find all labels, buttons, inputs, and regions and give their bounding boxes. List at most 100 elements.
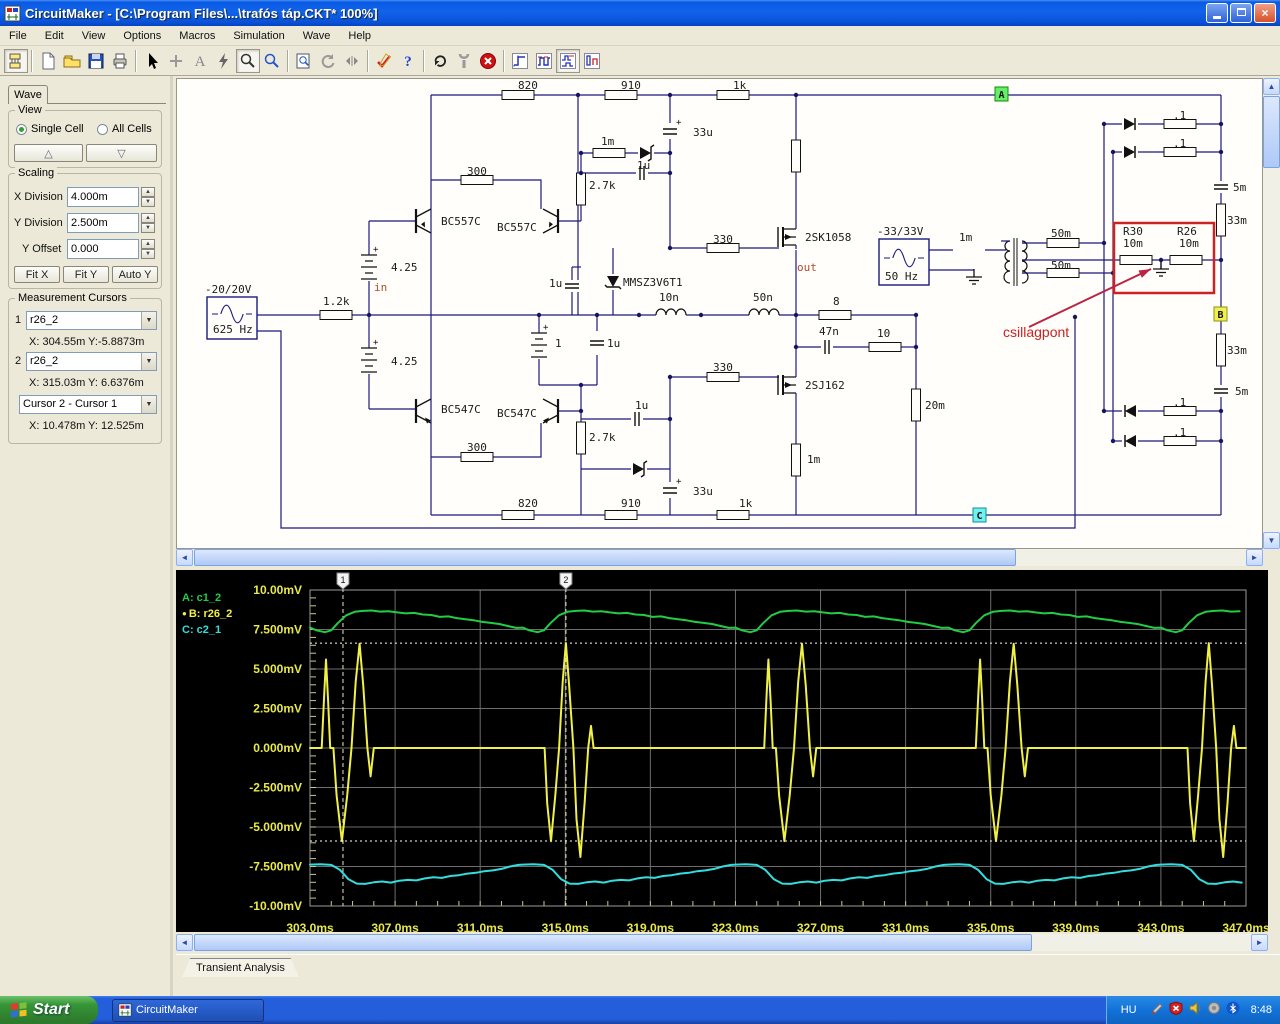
cell-down-button[interactable]: ▽ (86, 144, 157, 162)
open-file-icon[interactable] (60, 49, 84, 73)
simulation-settings-icon[interactable] (372, 49, 396, 73)
y-division-spinner[interactable]: ▲ ▼ (141, 213, 155, 233)
scroll-right-icon[interactable]: ► (1246, 549, 1263, 566)
fit-x-button[interactable]: Fit X (14, 266, 60, 283)
stop-simulation-icon[interactable] (476, 49, 500, 73)
x-division-input[interactable] (67, 187, 139, 207)
cell-up-button[interactable]: △ (14, 144, 83, 162)
legend-item[interactable]: C: c2_1 (182, 624, 232, 636)
toolbar-separator (31, 49, 33, 72)
text-tool-icon[interactable]: A (188, 49, 212, 73)
waveform-area: 303.0ms 307.0ms 311.0ms 315.0ms 319.0ms 323.0… (176, 570, 1280, 996)
menu-wave[interactable]: Wave (294, 27, 340, 45)
waveform-plot[interactable]: 303.0ms 307.0ms 311.0ms 315.0ms 319.0ms 323.0… (176, 570, 1270, 935)
split-view-icon[interactable] (340, 49, 364, 73)
cursor-flag-2[interactable]: 2 (563, 575, 568, 585)
legend-item[interactable]: ● B: r26_2 (182, 608, 232, 620)
chevron-down-icon[interactable]: ▼ (141, 312, 156, 329)
menu-file[interactable]: File (0, 27, 36, 45)
print-icon[interactable] (108, 49, 132, 73)
component-label: 10m (1179, 237, 1199, 250)
circuit-schematic: + + + + +820 910 1k 33u 1m 1u 2.7k 300 BC557C BC557C 3… (205, 79, 1249, 529)
view-legend: View (15, 104, 45, 116)
x-division-spinner[interactable]: ▲ ▼ (141, 187, 155, 207)
restore-button[interactable] (1230, 3, 1252, 23)
scope-square-icon[interactable] (532, 49, 556, 73)
y-offset-spinner[interactable]: ▲ ▼ (141, 239, 155, 259)
security-shield-icon[interactable] (1169, 1000, 1183, 1020)
component-label: 8 (833, 295, 840, 308)
reset-simulation-icon[interactable] (428, 49, 452, 73)
radio-all-cells[interactable]: All Cells (97, 123, 152, 135)
component-label: 1k (739, 497, 753, 510)
pen-icon[interactable] (1150, 1001, 1164, 1020)
menu-macros[interactable]: Macros (170, 27, 224, 45)
cursor-flag-1[interactable]: 1 (340, 575, 345, 585)
help-icon[interactable]: ? (396, 49, 420, 73)
cursor1-signal-combo[interactable]: r26_2 ▼ (26, 311, 157, 330)
fit-y-button[interactable]: Fit Y (63, 266, 109, 283)
waveform-horizontal-scrollbar[interactable]: ◄ ► (176, 934, 1268, 951)
zoom-tool-icon[interactable] (236, 48, 260, 73)
new-file-icon[interactable] (36, 49, 60, 73)
y-tick-label: 2.500mV (253, 702, 302, 716)
volume-icon[interactable] (1188, 1000, 1202, 1020)
cursor-diff-combo[interactable]: Cursor 2 - Cursor 1 ▼ (19, 395, 157, 414)
chevron-down-icon[interactable]: ▼ (141, 396, 156, 413)
scroll-left-icon[interactable]: ◄ (176, 549, 193, 566)
menu-edit[interactable]: Edit (36, 27, 73, 45)
task-button-circuitmaker[interactable]: CircuitMaker (112, 998, 264, 1022)
scroll-up-icon[interactable]: ▲ (1263, 78, 1280, 95)
x-tick-label: 339.0ms (1052, 921, 1100, 932)
menu-help[interactable]: Help (339, 27, 380, 45)
start-button[interactable]: Start (0, 996, 98, 1024)
scroll-thumb[interactable] (1263, 96, 1280, 168)
scroll-right-icon[interactable]: ► (1251, 934, 1268, 951)
y-division-input[interactable] (67, 213, 139, 233)
schematic-horizontal-scrollbar[interactable]: ◄ ► (176, 549, 1263, 566)
close-button[interactable]: × (1254, 3, 1276, 23)
minimize-button[interactable] (1206, 3, 1228, 23)
menu-simulation[interactable]: Simulation (224, 27, 293, 45)
menu-options[interactable]: Options (114, 27, 170, 45)
device-icon[interactable] (1207, 1001, 1221, 1020)
component-browser-icon[interactable] (4, 48, 28, 73)
schematic-canvas[interactable]: + + + + +820 910 1k 33u 1m 1u 2.7k 300 BC557C BC557C 3… (176, 78, 1263, 549)
bluetooth-icon[interactable] (1226, 1001, 1240, 1020)
legend-item[interactable]: A: c1_2 (182, 592, 232, 604)
measurement-cursors-groupbox: Measurement Cursors 1 r26_2 ▼ X: 304.55m… (8, 292, 162, 444)
language-indicator[interactable]: HU (1115, 1004, 1143, 1016)
zoom-page-icon[interactable] (292, 49, 316, 73)
component-label: 33u (693, 126, 713, 139)
cursor1-readout: X: 304.55m Y:-5.8873m (29, 336, 145, 348)
magnifier-icon[interactable] (260, 49, 284, 73)
rotate-tool-icon[interactable] (316, 49, 340, 73)
scroll-thumb[interactable] (194, 549, 1016, 566)
chevron-down-icon[interactable]: ▼ (141, 353, 156, 370)
component-label: 625 Hz (213, 323, 253, 336)
cursor2-signal-combo[interactable]: r26_2 ▼ (26, 352, 157, 371)
auto-y-button[interactable]: Auto Y (112, 266, 158, 283)
select-arrow-icon[interactable] (140, 49, 164, 73)
scroll-down-icon[interactable]: ▼ (1263, 532, 1280, 549)
scope-mixed-icon[interactable] (580, 49, 604, 73)
wire-tool-icon[interactable] (164, 49, 188, 73)
delete-tool-icon[interactable] (212, 49, 236, 73)
tab-wave[interactable]: Wave (8, 85, 48, 104)
schematic-vertical-scrollbar[interactable]: ▲ ▼ (1263, 78, 1280, 549)
scroll-left-icon[interactable]: ◄ (176, 934, 193, 951)
probe-tool-icon[interactable] (452, 49, 476, 73)
scope-pulse-icon[interactable] (556, 48, 580, 73)
radio-single-cell[interactable]: Single Cell (16, 123, 84, 135)
scope-step-icon[interactable] (508, 49, 532, 73)
toolbar-separator (135, 49, 137, 72)
save-file-icon[interactable] (84, 49, 108, 73)
menu-view[interactable]: View (73, 27, 115, 45)
scroll-thumb[interactable] (194, 934, 1032, 951)
x-tick-label: 331.0ms (882, 921, 930, 932)
component-label: BC557C (497, 221, 537, 234)
tab-transient-analysis[interactable]: Transient Analysis (182, 958, 299, 977)
radio-circle (16, 123, 27, 135)
y-offset-input[interactable] (67, 239, 139, 259)
y-division-label: Y Division (14, 217, 63, 229)
